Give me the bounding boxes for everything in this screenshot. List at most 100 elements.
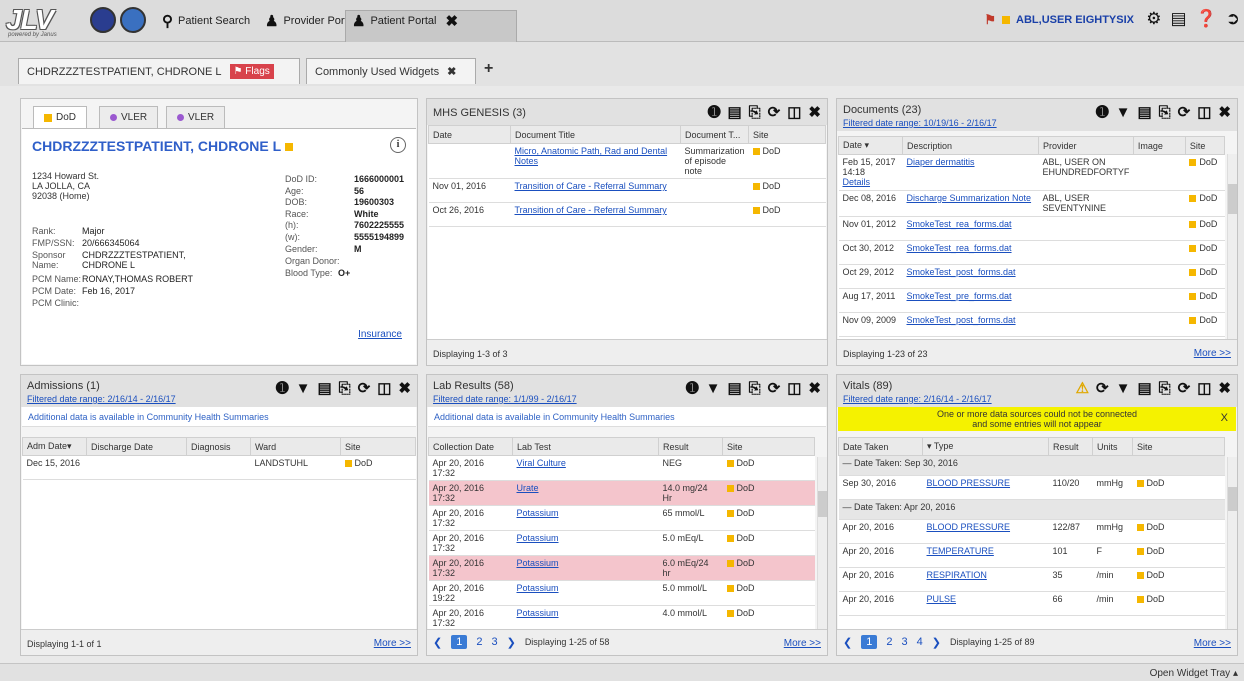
info-icon[interactable]: ➊ bbox=[1096, 105, 1109, 120]
col-result[interactable]: Result bbox=[1048, 437, 1093, 456]
vital-type-link[interactable]: BLOOD PRESSURE bbox=[927, 522, 1011, 532]
scrollbar[interactable] bbox=[1227, 457, 1237, 629]
clipboard-icon[interactable]: ▤ bbox=[1137, 105, 1151, 120]
document-link[interactable]: SmokeTest_rea_forms.dat bbox=[907, 243, 1012, 253]
table-row[interactable]: Dec 15, 2016 LANDSTUHL DoD bbox=[22, 455, 416, 480]
table-row[interactable]: Oct 29, 2012 SmokeTest_post_forms.dat DoD bbox=[838, 264, 1225, 289]
columns-icon[interactable]: ◫ bbox=[1197, 105, 1211, 120]
clipboard-icon[interactable]: ▤ bbox=[727, 381, 741, 396]
close-warning-button[interactable]: X bbox=[1221, 413, 1228, 424]
table-row[interactable]: Aug 17, 2011 SmokeTest_pre_forms.dat DoD bbox=[838, 288, 1225, 313]
col-document-type[interactable]: Document T... bbox=[679, 125, 750, 144]
lab-test-link[interactable]: Viral Culture bbox=[517, 458, 566, 468]
page-1-button[interactable]: 1 bbox=[861, 635, 878, 649]
next-page-button[interactable]: ❯ bbox=[507, 636, 516, 649]
prev-page-button[interactable]: ❮ bbox=[843, 636, 852, 649]
col-site[interactable]: Site bbox=[722, 437, 815, 456]
table-row[interactable]: Apr 20, 2016 BLOOD PRESSURE 122/87 mmHg DoD bbox=[838, 519, 1225, 544]
document-link[interactable]: SmokeTest_pre_forms.dat bbox=[907, 291, 1012, 301]
col-lab-test[interactable]: Lab Test bbox=[512, 437, 659, 456]
table-row[interactable]: Micro, Anatomic Path, Rad and Dental Not… bbox=[428, 143, 826, 179]
col-site[interactable]: Site bbox=[1184, 136, 1225, 155]
page-2-button[interactable]: 2 bbox=[476, 636, 482, 648]
open-widget-tray-button[interactable]: Open Widget Tray ▴ bbox=[1150, 668, 1238, 679]
patient-tab[interactable]: CHDRZZZTESTPATIENT, CHDRONE L ⚑ Flags bbox=[18, 58, 300, 84]
more-link[interactable]: More >> bbox=[374, 638, 411, 649]
help-icon[interactable]: ❓ bbox=[1196, 9, 1217, 29]
page-4-button[interactable]: 4 bbox=[917, 636, 923, 648]
group-header[interactable]: — Date Taken: Sep 30, 2016 bbox=[838, 455, 1225, 476]
col-units[interactable]: Units bbox=[1092, 437, 1133, 456]
filter-range-link[interactable]: Filtered date range: 2/16/14 - 2/16/17 bbox=[843, 394, 992, 404]
close-icon[interactable]: ✖ bbox=[1218, 381, 1231, 396]
col-diagnosis[interactable]: Diagnosis bbox=[186, 437, 251, 456]
add-tab-button[interactable]: + bbox=[484, 60, 493, 78]
more-link[interactable]: More >> bbox=[784, 638, 821, 649]
table-row[interactable]: Nov 01, 2012 SmokeTest_rea_forms.dat DoD bbox=[838, 216, 1225, 241]
close-icon[interactable]: ✖ bbox=[808, 381, 821, 396]
col-site[interactable]: Site bbox=[1132, 437, 1225, 456]
table-row[interactable]: Apr 20, 2016 17:32 Potassium 4.0 mmol/L DoD bbox=[428, 605, 815, 629]
lab-test-link[interactable]: Urate bbox=[517, 483, 539, 493]
col-date[interactable]: Date bbox=[428, 125, 511, 144]
print-icon[interactable]: ⎘ bbox=[1159, 105, 1171, 120]
col-type[interactable]: ▾ Type bbox=[922, 437, 1049, 456]
col-image[interactable]: Image bbox=[1132, 136, 1186, 155]
lab-test-link[interactable]: Potassium bbox=[517, 533, 559, 543]
col-collection-date[interactable]: Collection Date bbox=[428, 437, 513, 456]
columns-icon[interactable]: ◫ bbox=[377, 381, 391, 396]
table-row[interactable]: Nov 09, 2009 SmokeTest_post_forms.dat DoD bbox=[838, 312, 1225, 337]
table-row[interactable]: Oct 30, 2012 SmokeTest_rea_forms.dat DoD bbox=[838, 240, 1225, 265]
scrollbar[interactable] bbox=[817, 457, 827, 629]
close-icon[interactable]: ✖ bbox=[808, 105, 821, 120]
page-1-button[interactable]: 1 bbox=[451, 635, 468, 649]
col-ward[interactable]: Ward bbox=[250, 437, 341, 456]
table-row[interactable]: Apr 20, 2016 PULSE 66/min DoD bbox=[838, 591, 1225, 616]
table-row-abnormal[interactable]: Apr 20, 2016 17:32 Urate 14.0 mg/24 Hr DoD bbox=[428, 480, 815, 506]
table-row[interactable]: Nov 01, 2016 Transition of Care - Referra… bbox=[428, 178, 826, 203]
table-row[interactable]: Apr 20, 2016 19:22 Potassium 5.0 mmol/L DoD bbox=[428, 580, 815, 606]
document-link[interactable]: Discharge Summarization Note bbox=[907, 193, 1032, 203]
vital-type-link[interactable]: PULSE bbox=[927, 594, 957, 604]
col-result[interactable]: Result bbox=[658, 437, 723, 456]
col-site[interactable]: Site bbox=[340, 437, 416, 456]
close-icon[interactable]: ✖ bbox=[446, 12, 459, 30]
filter-range-link[interactable]: Filtered date range: 10/19/16 - 2/16/17 bbox=[843, 118, 997, 128]
table-row[interactable]: Apr 20, 2016 17:32 Potassium 65 mmol/L DoD bbox=[428, 505, 815, 531]
col-discharge-date[interactable]: Discharge Date bbox=[86, 437, 187, 456]
refresh-icon[interactable]: ⟳ bbox=[358, 381, 371, 396]
refresh-icon[interactable]: ⟳ bbox=[1096, 381, 1109, 396]
document-link[interactable]: SmokeTest_post_forms.dat bbox=[907, 267, 1016, 277]
community-health-notice[interactable]: Additional data is available in Communit… bbox=[22, 407, 416, 427]
table-row[interactable]: Oct 26, 2016 Transition of Care - Referra… bbox=[428, 202, 826, 227]
vital-type-link[interactable]: TEMPERATURE bbox=[927, 546, 994, 556]
next-page-button[interactable]: ❯ bbox=[932, 636, 941, 649]
page-2-button[interactable]: 2 bbox=[886, 636, 892, 648]
col-provider[interactable]: Provider bbox=[1038, 136, 1134, 155]
filter-range-link[interactable]: Filtered date range: 1/1/99 - 2/16/17 bbox=[433, 394, 577, 404]
print-icon[interactable]: ⎘ bbox=[749, 105, 761, 120]
filter-icon[interactable]: ▼ bbox=[706, 381, 721, 396]
columns-icon[interactable]: ◫ bbox=[787, 105, 801, 120]
logout-icon[interactable]: ➲ bbox=[1226, 9, 1240, 29]
print-icon[interactable]: ⎘ bbox=[339, 381, 351, 396]
refresh-icon[interactable]: ⟳ bbox=[768, 381, 781, 396]
clipboard-icon[interactable]: ▤ bbox=[1137, 381, 1151, 396]
scrollbar[interactable] bbox=[1227, 154, 1237, 339]
lab-test-link[interactable]: Potassium bbox=[517, 583, 559, 593]
document-link[interactable]: SmokeTest_post_forms.dat bbox=[907, 315, 1016, 325]
lab-test-link[interactable]: Potassium bbox=[517, 558, 559, 568]
vital-type-link[interactable]: BLOOD PRESSURE bbox=[927, 478, 1011, 488]
filter-icon[interactable]: ▼ bbox=[1116, 105, 1131, 120]
table-row[interactable]: Apr 20, 2016 TEMPERATURE 101 F DoD bbox=[838, 543, 1225, 568]
columns-icon[interactable]: ◫ bbox=[787, 381, 801, 396]
tab-dod[interactable]: DoD bbox=[33, 106, 88, 128]
print-icon[interactable]: ⎘ bbox=[1159, 381, 1171, 396]
details-link[interactable]: Details bbox=[843, 177, 899, 187]
tab-vler-1[interactable]: VLER bbox=[99, 106, 159, 128]
document-link[interactable]: Micro, Anatomic Path, Rad and Dental Not… bbox=[515, 146, 668, 166]
table-row[interactable]: Apr 20, 2016 RESPIRATION 35/min DoD bbox=[838, 567, 1225, 592]
widgets-tab[interactable]: Commonly Used Widgets ✖ bbox=[306, 58, 476, 84]
prev-page-button[interactable]: ❮ bbox=[433, 636, 442, 649]
provider-portal-button[interactable]: ♟ Provider Portal bbox=[265, 12, 356, 30]
